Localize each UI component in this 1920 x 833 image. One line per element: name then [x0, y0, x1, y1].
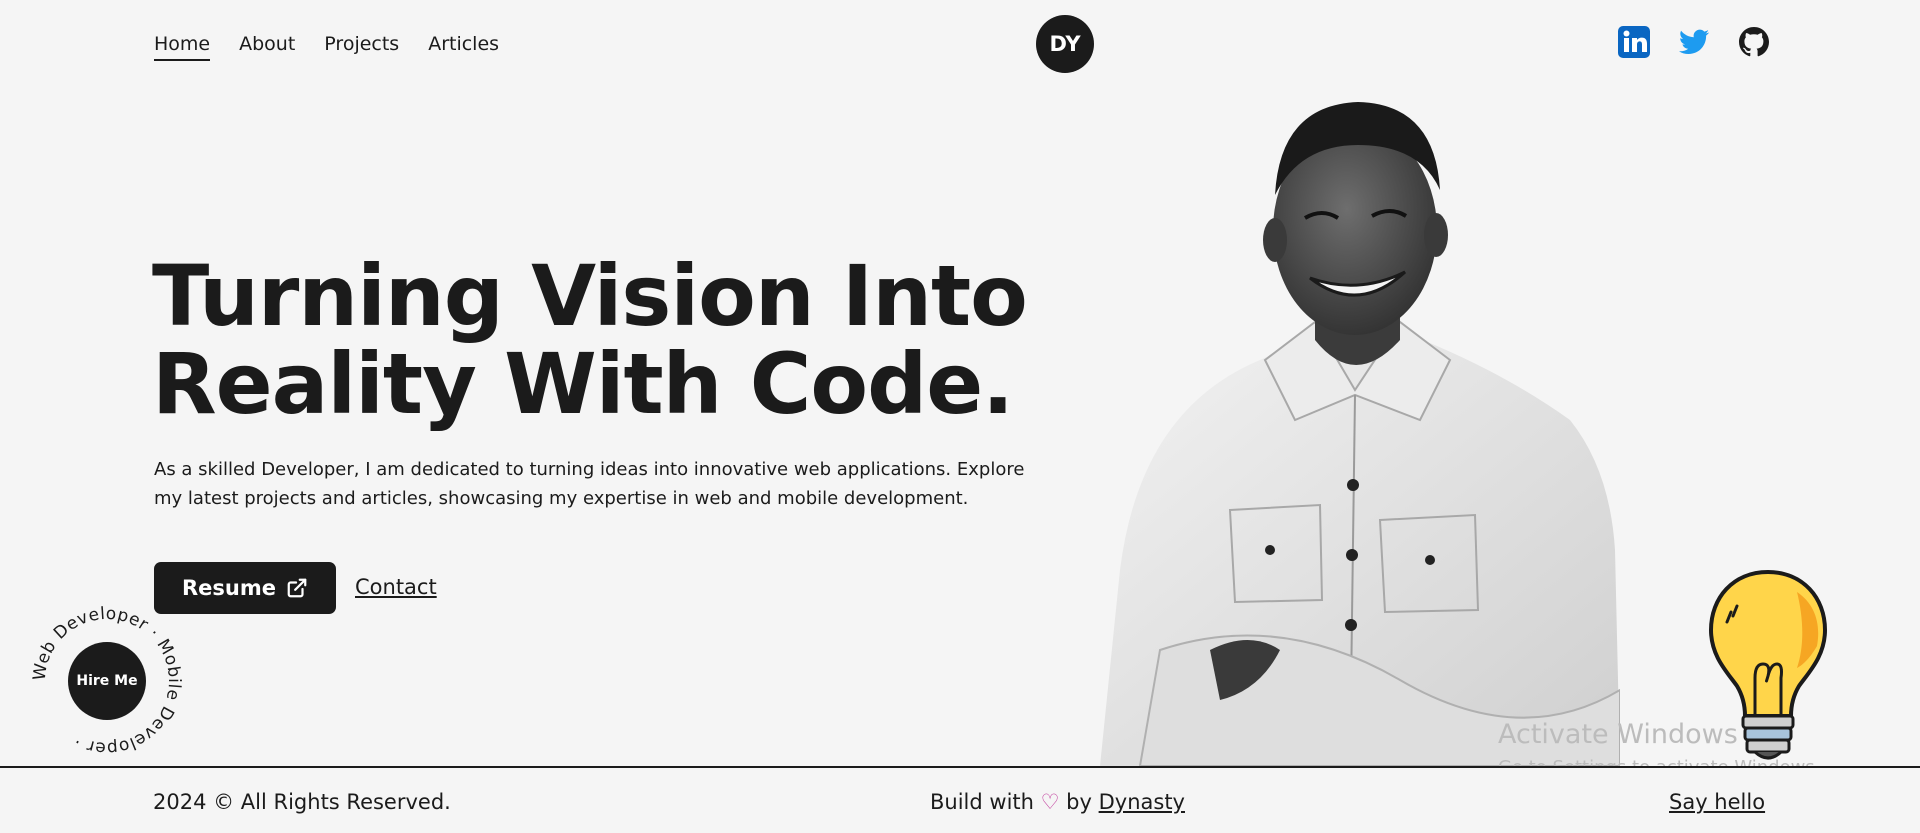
- nav-articles[interactable]: Articles: [428, 30, 499, 58]
- resume-label: Resume: [182, 576, 276, 600]
- hero-headline: Turning Vision Into Reality With Code.: [152, 252, 1072, 428]
- headline-line-1: Turning Vision Into: [152, 247, 1028, 345]
- profile-photo: [1100, 102, 1620, 766]
- headline-line-2: Reality With Code.: [152, 335, 1014, 433]
- footer-credit: Build with ♡ by Dynasty: [930, 790, 1185, 814]
- footer-build-by: by: [1066, 790, 1092, 814]
- site-logo[interactable]: DY: [1036, 15, 1094, 73]
- external-link-icon: [287, 578, 307, 598]
- hero-intro: As a skilled Developer, I am dedicated t…: [154, 459, 1025, 509]
- hire-me-button[interactable]: Hire Me: [68, 642, 146, 720]
- say-hello-link[interactable]: Say hello: [1669, 790, 1765, 814]
- watermark-title: Activate Windows: [1498, 719, 1738, 750]
- footer-build-prefix: Build with: [930, 790, 1034, 814]
- github-icon[interactable]: [1736, 24, 1772, 60]
- footer-author-link[interactable]: Dynasty: [1099, 790, 1185, 814]
- nav-projects[interactable]: Projects: [324, 30, 399, 58]
- social-links: [1616, 24, 1772, 60]
- site-footer: 2024 © All Rights Reserved. Build with ♡…: [0, 766, 1920, 833]
- twitter-icon[interactable]: [1676, 24, 1712, 60]
- linkedin-icon[interactable]: [1616, 24, 1652, 60]
- heart-icon: ♡: [1040, 790, 1060, 814]
- nav-home[interactable]: Home: [154, 30, 211, 61]
- nav-about[interactable]: About: [239, 30, 295, 58]
- hire-me-badge[interactable]: Web Developer · Mobile Developer · Hire …: [32, 606, 182, 756]
- main-nav: Home About Projects Articles: [154, 30, 499, 61]
- footer-copyright: 2024 © All Rights Reserved.: [153, 790, 451, 814]
- contact-link[interactable]: Contact: [355, 573, 437, 601]
